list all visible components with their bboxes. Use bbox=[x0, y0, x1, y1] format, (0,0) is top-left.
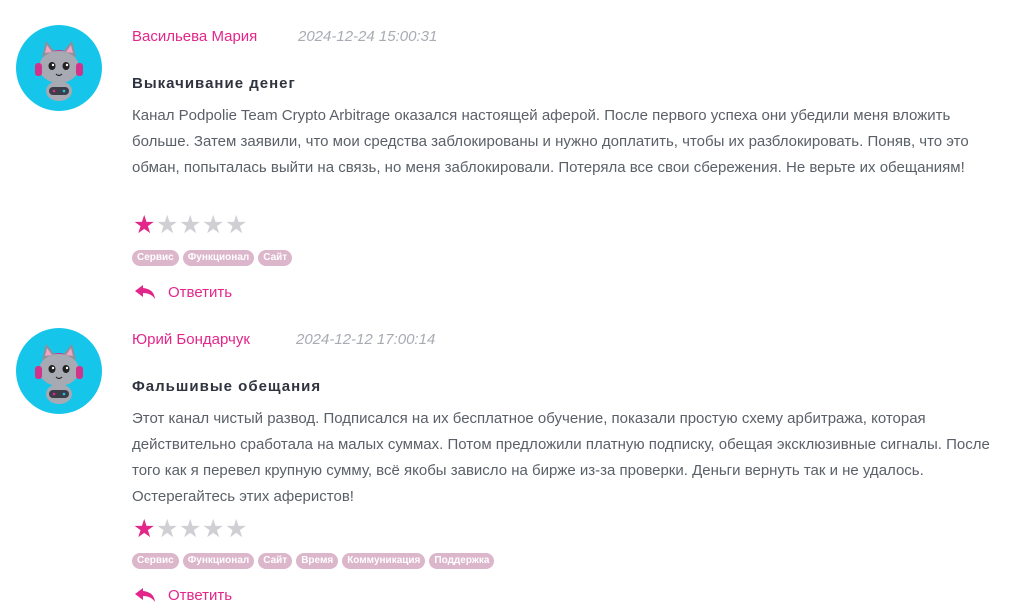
tag-badge: Сервис bbox=[132, 553, 179, 569]
tag-badge: Поддержка bbox=[429, 553, 495, 569]
reply-button[interactable]: Ответить bbox=[134, 283, 232, 301]
reply-label: Ответить bbox=[168, 586, 233, 604]
review-author[interactable]: Васильева Мария bbox=[132, 28, 257, 45]
star-filled-icon: ★ bbox=[133, 515, 156, 543]
reply-button[interactable]: Ответить bbox=[134, 586, 232, 604]
review-text: Канал Podpolie Team Crypto Arbitrage ока… bbox=[132, 107, 969, 176]
review-date: 2024-12-12 17:00:14 bbox=[296, 331, 436, 348]
review-tags: Сервис Функционал Сайт Время Коммуникаци… bbox=[132, 553, 495, 569]
reply-arrow-icon bbox=[135, 285, 155, 299]
reply-arrow-icon bbox=[135, 588, 155, 602]
star-empty-icon: ★ bbox=[179, 515, 202, 543]
review-title: Выкачивание денег bbox=[132, 75, 296, 92]
review-author[interactable]: Юрий Бондарчук bbox=[132, 331, 250, 348]
review-title: Фальшивые обещания bbox=[132, 378, 322, 395]
star-empty-icon: ★ bbox=[225, 515, 248, 543]
tag-badge: Сайт bbox=[258, 553, 293, 569]
star-empty-icon: ★ bbox=[156, 211, 179, 239]
tag-badge: Функционал bbox=[182, 553, 255, 569]
tag-badge: Сайт bbox=[258, 250, 293, 266]
star-empty-icon: ★ bbox=[225, 211, 248, 239]
rating-stars: ★ ★ ★ ★ ★ bbox=[133, 515, 248, 543]
tag-badge: Функционал bbox=[182, 250, 255, 266]
cat-gamer-avatar-icon bbox=[16, 25, 102, 111]
tag-badge: Сервис bbox=[132, 250, 179, 266]
star-empty-icon: ★ bbox=[179, 211, 202, 239]
rating-stars: ★ ★ ★ ★ ★ bbox=[133, 211, 248, 239]
review-text: Этот канал чистый развод. Подписался на … bbox=[132, 410, 990, 505]
star-filled-icon: ★ bbox=[133, 211, 156, 239]
tag-badge: Время bbox=[296, 553, 339, 569]
cat-gamer-avatar-icon bbox=[16, 328, 102, 414]
star-empty-icon: ★ bbox=[156, 515, 179, 543]
star-empty-icon: ★ bbox=[202, 515, 225, 543]
review-tags: Сервис Функционал Сайт bbox=[132, 250, 293, 266]
tag-badge: Коммуникация bbox=[342, 553, 426, 569]
review-date: 2024-12-24 15:00:31 bbox=[298, 28, 438, 45]
reply-label: Ответить bbox=[168, 283, 233, 301]
star-empty-icon: ★ bbox=[202, 211, 225, 239]
